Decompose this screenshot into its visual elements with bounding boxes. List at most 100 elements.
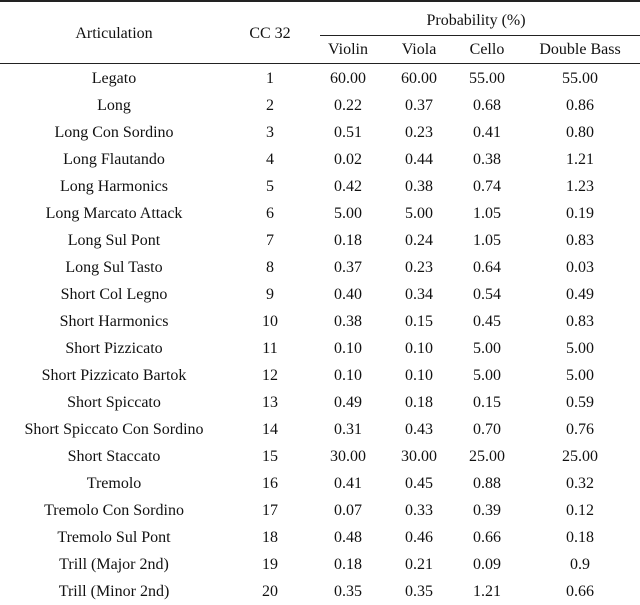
cell-articulation: Short Pizzicato — [0, 335, 228, 362]
cell-violin: 5.00 — [312, 200, 384, 227]
cell-viola: 0.33 — [384, 497, 454, 524]
table-row: Tremolo160.410.450.880.32 — [0, 470, 640, 497]
cell-articulation: Long Flautando — [0, 146, 228, 173]
cell-double-bass: 0.9 — [520, 551, 640, 578]
cell-double-bass: 0.19 — [520, 200, 640, 227]
table-row: Tremolo Con Sordino170.070.330.390.12 — [0, 497, 640, 524]
cell-articulation: Short Spiccato Con Sordino — [0, 416, 228, 443]
cell-viola: 0.46 — [384, 524, 454, 551]
cell-double-bass: 55.00 — [520, 64, 640, 93]
cell-cc32: 2 — [228, 92, 312, 119]
cell-cello: 0.70 — [454, 416, 520, 443]
cell-cc32: 19 — [228, 551, 312, 578]
cell-cc32: 3 — [228, 119, 312, 146]
table-row: Short Spiccato Con Sordino140.310.430.70… — [0, 416, 640, 443]
cell-violin: 0.10 — [312, 335, 384, 362]
cell-viola: 0.44 — [384, 146, 454, 173]
cell-articulation: Tremolo Con Sordino — [0, 497, 228, 524]
cell-viola: 0.10 — [384, 362, 454, 389]
cell-viola: 0.24 — [384, 227, 454, 254]
cell-articulation: Long — [0, 92, 228, 119]
cell-double-bass: 0.12 — [520, 497, 640, 524]
cell-viola: 0.38 — [384, 173, 454, 200]
cell-cc32: 10 — [228, 308, 312, 335]
cell-violin: 0.42 — [312, 173, 384, 200]
cell-cc32: 4 — [228, 146, 312, 173]
table-header: Articulation CC 32 Probability (%) Violi… — [0, 1, 640, 64]
cell-violin: 0.07 — [312, 497, 384, 524]
cell-cc32: 17 — [228, 497, 312, 524]
cell-double-bass: 5.00 — [520, 335, 640, 362]
cell-cello: 0.39 — [454, 497, 520, 524]
cell-articulation: Long Sul Tasto — [0, 254, 228, 281]
table-row: Short Col Legno90.400.340.540.49 — [0, 281, 640, 308]
cell-violin: 0.37 — [312, 254, 384, 281]
cell-viola: 0.43 — [384, 416, 454, 443]
header-cello: Cello — [454, 36, 520, 64]
table-row: Long20.220.370.680.86 — [0, 92, 640, 119]
cell-viola: 0.10 — [384, 335, 454, 362]
cell-cc32: 14 — [228, 416, 312, 443]
cell-articulation: Tremolo Sul Pont — [0, 524, 228, 551]
cell-double-bass: 0.66 — [520, 578, 640, 605]
cell-cello: 5.00 — [454, 362, 520, 389]
table-row: Short Staccato1530.0030.0025.0025.00 — [0, 443, 640, 470]
cell-cello: 25.00 — [454, 443, 520, 470]
cell-cc32: 15 — [228, 443, 312, 470]
table-row: Short Spiccato130.490.180.150.59 — [0, 389, 640, 416]
cell-cello: 0.41 — [454, 119, 520, 146]
cell-violin: 0.18 — [312, 227, 384, 254]
cell-articulation: Legato — [0, 64, 228, 93]
cell-double-bass: 1.21 — [520, 146, 640, 173]
cell-cello: 0.88 — [454, 470, 520, 497]
header-articulation: Articulation — [0, 1, 228, 64]
cell-cello: 5.00 — [454, 335, 520, 362]
cell-double-bass: 5.00 — [520, 362, 640, 389]
cell-double-bass: 0.49 — [520, 281, 640, 308]
cell-violin: 0.49 — [312, 389, 384, 416]
cell-double-bass: 0.59 — [520, 389, 640, 416]
table-row: Short Pizzicato110.100.105.005.00 — [0, 335, 640, 362]
table-row: Long Harmonics50.420.380.741.23 — [0, 173, 640, 200]
cell-viola: 0.34 — [384, 281, 454, 308]
cell-articulation: Short Col Legno — [0, 281, 228, 308]
cell-cc32: 11 — [228, 335, 312, 362]
header-cc32: CC 32 — [228, 1, 312, 64]
cell-viola: 30.00 — [384, 443, 454, 470]
cell-cc32: 20 — [228, 578, 312, 605]
cell-articulation: Trill (Minor 2nd) — [0, 578, 228, 605]
cell-cc32: 9 — [228, 281, 312, 308]
cell-articulation: Short Spiccato — [0, 389, 228, 416]
cell-cello: 0.68 — [454, 92, 520, 119]
cell-cello: 1.21 — [454, 578, 520, 605]
cell-cc32: 16 — [228, 470, 312, 497]
cell-cc32: 12 — [228, 362, 312, 389]
table-row: Long Sul Tasto80.370.230.640.03 — [0, 254, 640, 281]
cell-articulation: Short Harmonics — [0, 308, 228, 335]
cell-articulation: Long Sul Pont — [0, 227, 228, 254]
cell-double-bass: 0.32 — [520, 470, 640, 497]
table-body: Legato160.0060.0055.0055.00Long20.220.37… — [0, 64, 640, 605]
cell-articulation: Long Marcato Attack — [0, 200, 228, 227]
cell-cc32: 18 — [228, 524, 312, 551]
cell-viola: 0.23 — [384, 119, 454, 146]
cell-violin: 0.41 — [312, 470, 384, 497]
cell-double-bass: 0.80 — [520, 119, 640, 146]
cell-cc32: 13 — [228, 389, 312, 416]
cell-cc32: 8 — [228, 254, 312, 281]
cell-cello: 0.64 — [454, 254, 520, 281]
table-row: Long Marcato Attack65.005.001.050.19 — [0, 200, 640, 227]
cell-violin: 0.35 — [312, 578, 384, 605]
cell-violin: 0.02 — [312, 146, 384, 173]
cell-cello: 0.09 — [454, 551, 520, 578]
cell-articulation: Short Staccato — [0, 443, 228, 470]
header-violin: Violin — [312, 36, 384, 64]
cell-cello: 0.54 — [454, 281, 520, 308]
cell-violin: 0.38 — [312, 308, 384, 335]
table-row: Legato160.0060.0055.0055.00 — [0, 64, 640, 93]
cell-double-bass: 25.00 — [520, 443, 640, 470]
cell-viola: 0.18 — [384, 389, 454, 416]
cell-cc32: 1 — [228, 64, 312, 93]
cell-double-bass: 0.18 — [520, 524, 640, 551]
cell-double-bass: 0.86 — [520, 92, 640, 119]
